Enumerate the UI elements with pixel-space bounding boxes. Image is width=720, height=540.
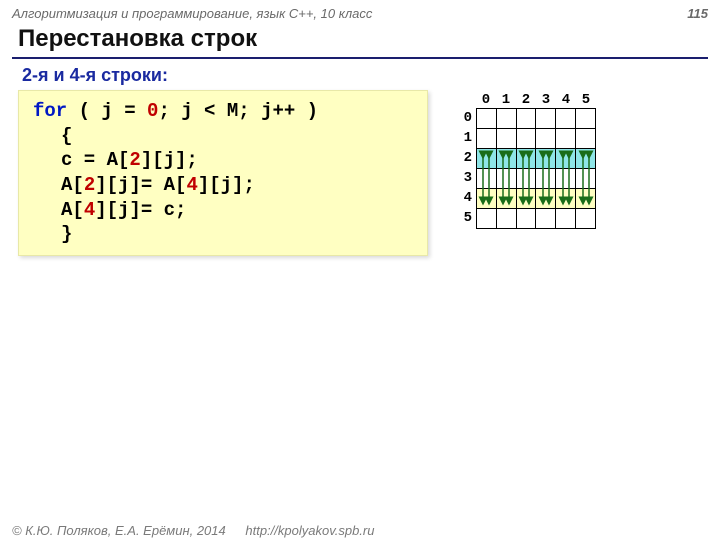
- footer: © К.Ю. Поляков, Е.А. Ерёмин, 2014 http:/…: [12, 523, 374, 538]
- content-row: for ( j = 0; j < M; j++ ) { c = A[2][j];…: [0, 90, 720, 256]
- footer-url: http://kpolyakov.spb.ru: [245, 523, 374, 538]
- code-line-2: {: [33, 124, 413, 149]
- title-divider: [12, 57, 708, 59]
- code-line-4: A[2][j]= A[4][j];: [33, 173, 413, 198]
- course-label: Алгоритмизация и программирование, язык …: [12, 6, 372, 21]
- copyright: © К.Ю. Поляков, Е.А. Ерёмин, 2014: [12, 523, 226, 538]
- code-line-5: A[4][j]= c;: [33, 198, 413, 223]
- code-line-6: }: [33, 222, 413, 247]
- code-line-1: for ( j = 0; j < M; j++ ): [33, 99, 413, 124]
- page-title: Перестановка строк: [18, 23, 720, 57]
- subtitle: 2-я и 4-я строки:: [22, 65, 720, 86]
- grid-col-labels: 0 1 2 3 4 5: [476, 92, 596, 108]
- page-number: 115: [687, 6, 708, 21]
- matrix-diagram: 0 1 2 3 4 5 0 1 2 3 4 5: [458, 92, 596, 228]
- grid-cells: [476, 108, 596, 228]
- code-block: for ( j = 0; j < M; j++ ) { c = A[2][j];…: [18, 90, 428, 256]
- grid-row-labels: 0 1 2 3 4 5: [458, 108, 472, 228]
- code-line-3: c = A[2][j];: [33, 148, 413, 173]
- top-bar: Алгоритмизация и программирование, язык …: [0, 0, 720, 23]
